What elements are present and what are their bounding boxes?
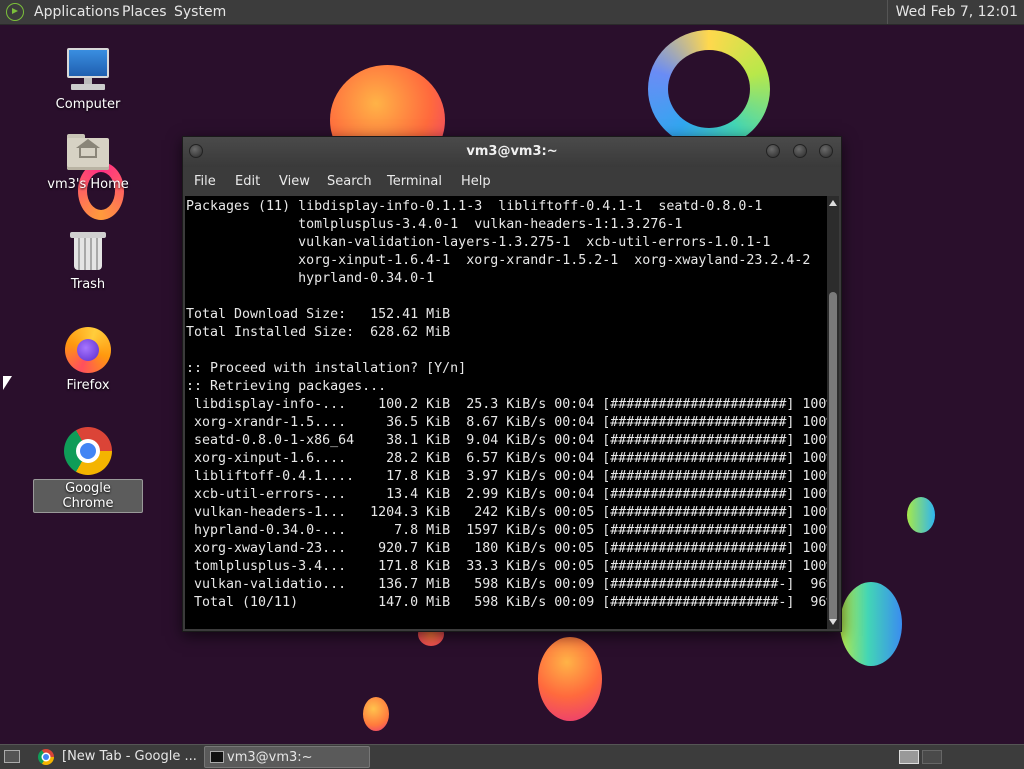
applications-menu[interactable]: Applications <box>34 0 120 24</box>
show-desktop-icon[interactable] <box>4 750 20 763</box>
terminal-window[interactable]: vm3@vm3:~ File Edit View Search Terminal… <box>182 136 842 632</box>
desktop-icon-label: Google Chrome <box>33 479 143 513</box>
taskbar-item-chrome[interactable]: [New Tab - Google ... <box>40 746 200 768</box>
places-menu[interactable]: Places <box>122 0 167 24</box>
top-panel: Applications Places System Wed Feb 7, 12… <box>0 0 1024 25</box>
bg-right-big-bubble <box>840 582 902 666</box>
chrome-icon <box>64 427 112 475</box>
menu-edit[interactable]: Edit <box>235 167 260 196</box>
computer-icon <box>65 46 111 92</box>
desktop-icon-firefox[interactable]: Firefox <box>33 327 143 394</box>
workspace-2[interactable] <box>922 750 942 764</box>
desktop-icon-label: Trash <box>70 277 106 292</box>
desktop-icon-label: vm3's Home <box>47 177 129 192</box>
terminal-icon <box>210 751 224 763</box>
minimize-icon[interactable] <box>766 144 780 158</box>
desktop-icon-computer[interactable]: Computer <box>33 46 143 113</box>
trash-icon <box>70 230 106 272</box>
menu-view[interactable]: View <box>279 167 310 196</box>
bg-right-small-bubble <box>907 497 935 533</box>
bg-bottom-bubble <box>538 637 602 721</box>
maximize-icon[interactable] <box>793 144 807 158</box>
scrollbar-thumb[interactable] <box>829 292 837 622</box>
desktop-icon-label: Firefox <box>66 378 110 393</box>
taskbar-item-label: [New Tab - Google ... <box>62 749 197 764</box>
firefox-icon <box>65 327 111 373</box>
bottom-taskbar: [New Tab - Google ... vm3@vm3:~ <box>0 744 1024 769</box>
workspace-1[interactable] <box>899 750 919 764</box>
desktop-icon-trash[interactable]: Trash <box>33 230 143 293</box>
clock[interactable]: Wed Feb 7, 12:01 <box>886 0 1018 24</box>
scroll-down-icon[interactable] <box>829 619 837 625</box>
bg-tiny-bubble <box>363 697 389 731</box>
window-titlebar[interactable]: vm3@vm3:~ <box>183 137 841 167</box>
terminal-output[interactable]: Packages (11) libdisplay-info-0.1.1-3 li… <box>185 196 827 629</box>
mouse-cursor-icon <box>3 376 12 390</box>
home-folder-icon <box>65 132 111 172</box>
menu-file[interactable]: File <box>194 167 216 196</box>
desktop-icon-chrome[interactable]: Google Chrome <box>33 427 143 513</box>
distro-logo-icon[interactable] <box>6 3 24 21</box>
menu-terminal[interactable]: Terminal <box>387 167 442 196</box>
window-title: vm3@vm3:~ <box>466 144 558 159</box>
taskbar-item-label: vm3@vm3:~ <box>227 750 313 765</box>
scroll-up-icon[interactable] <box>829 200 837 206</box>
bg-ring <box>648 30 770 148</box>
desktop-icon-home[interactable]: vm3's Home <box>33 132 143 193</box>
terminal-text: Packages (11) libdisplay-info-0.1.1-3 li… <box>186 199 827 610</box>
system-menu[interactable]: System <box>174 0 226 24</box>
taskbar-item-terminal[interactable]: vm3@vm3:~ <box>204 746 370 768</box>
menu-search[interactable]: Search <box>327 167 372 196</box>
close-icon[interactable] <box>819 144 833 158</box>
terminal-menubar: File Edit View Search Terminal Help <box>183 167 841 196</box>
desktop-icon-label: Computer <box>55 97 121 112</box>
menu-help[interactable]: Help <box>461 167 491 196</box>
terminal-scrollbar[interactable] <box>827 196 839 629</box>
